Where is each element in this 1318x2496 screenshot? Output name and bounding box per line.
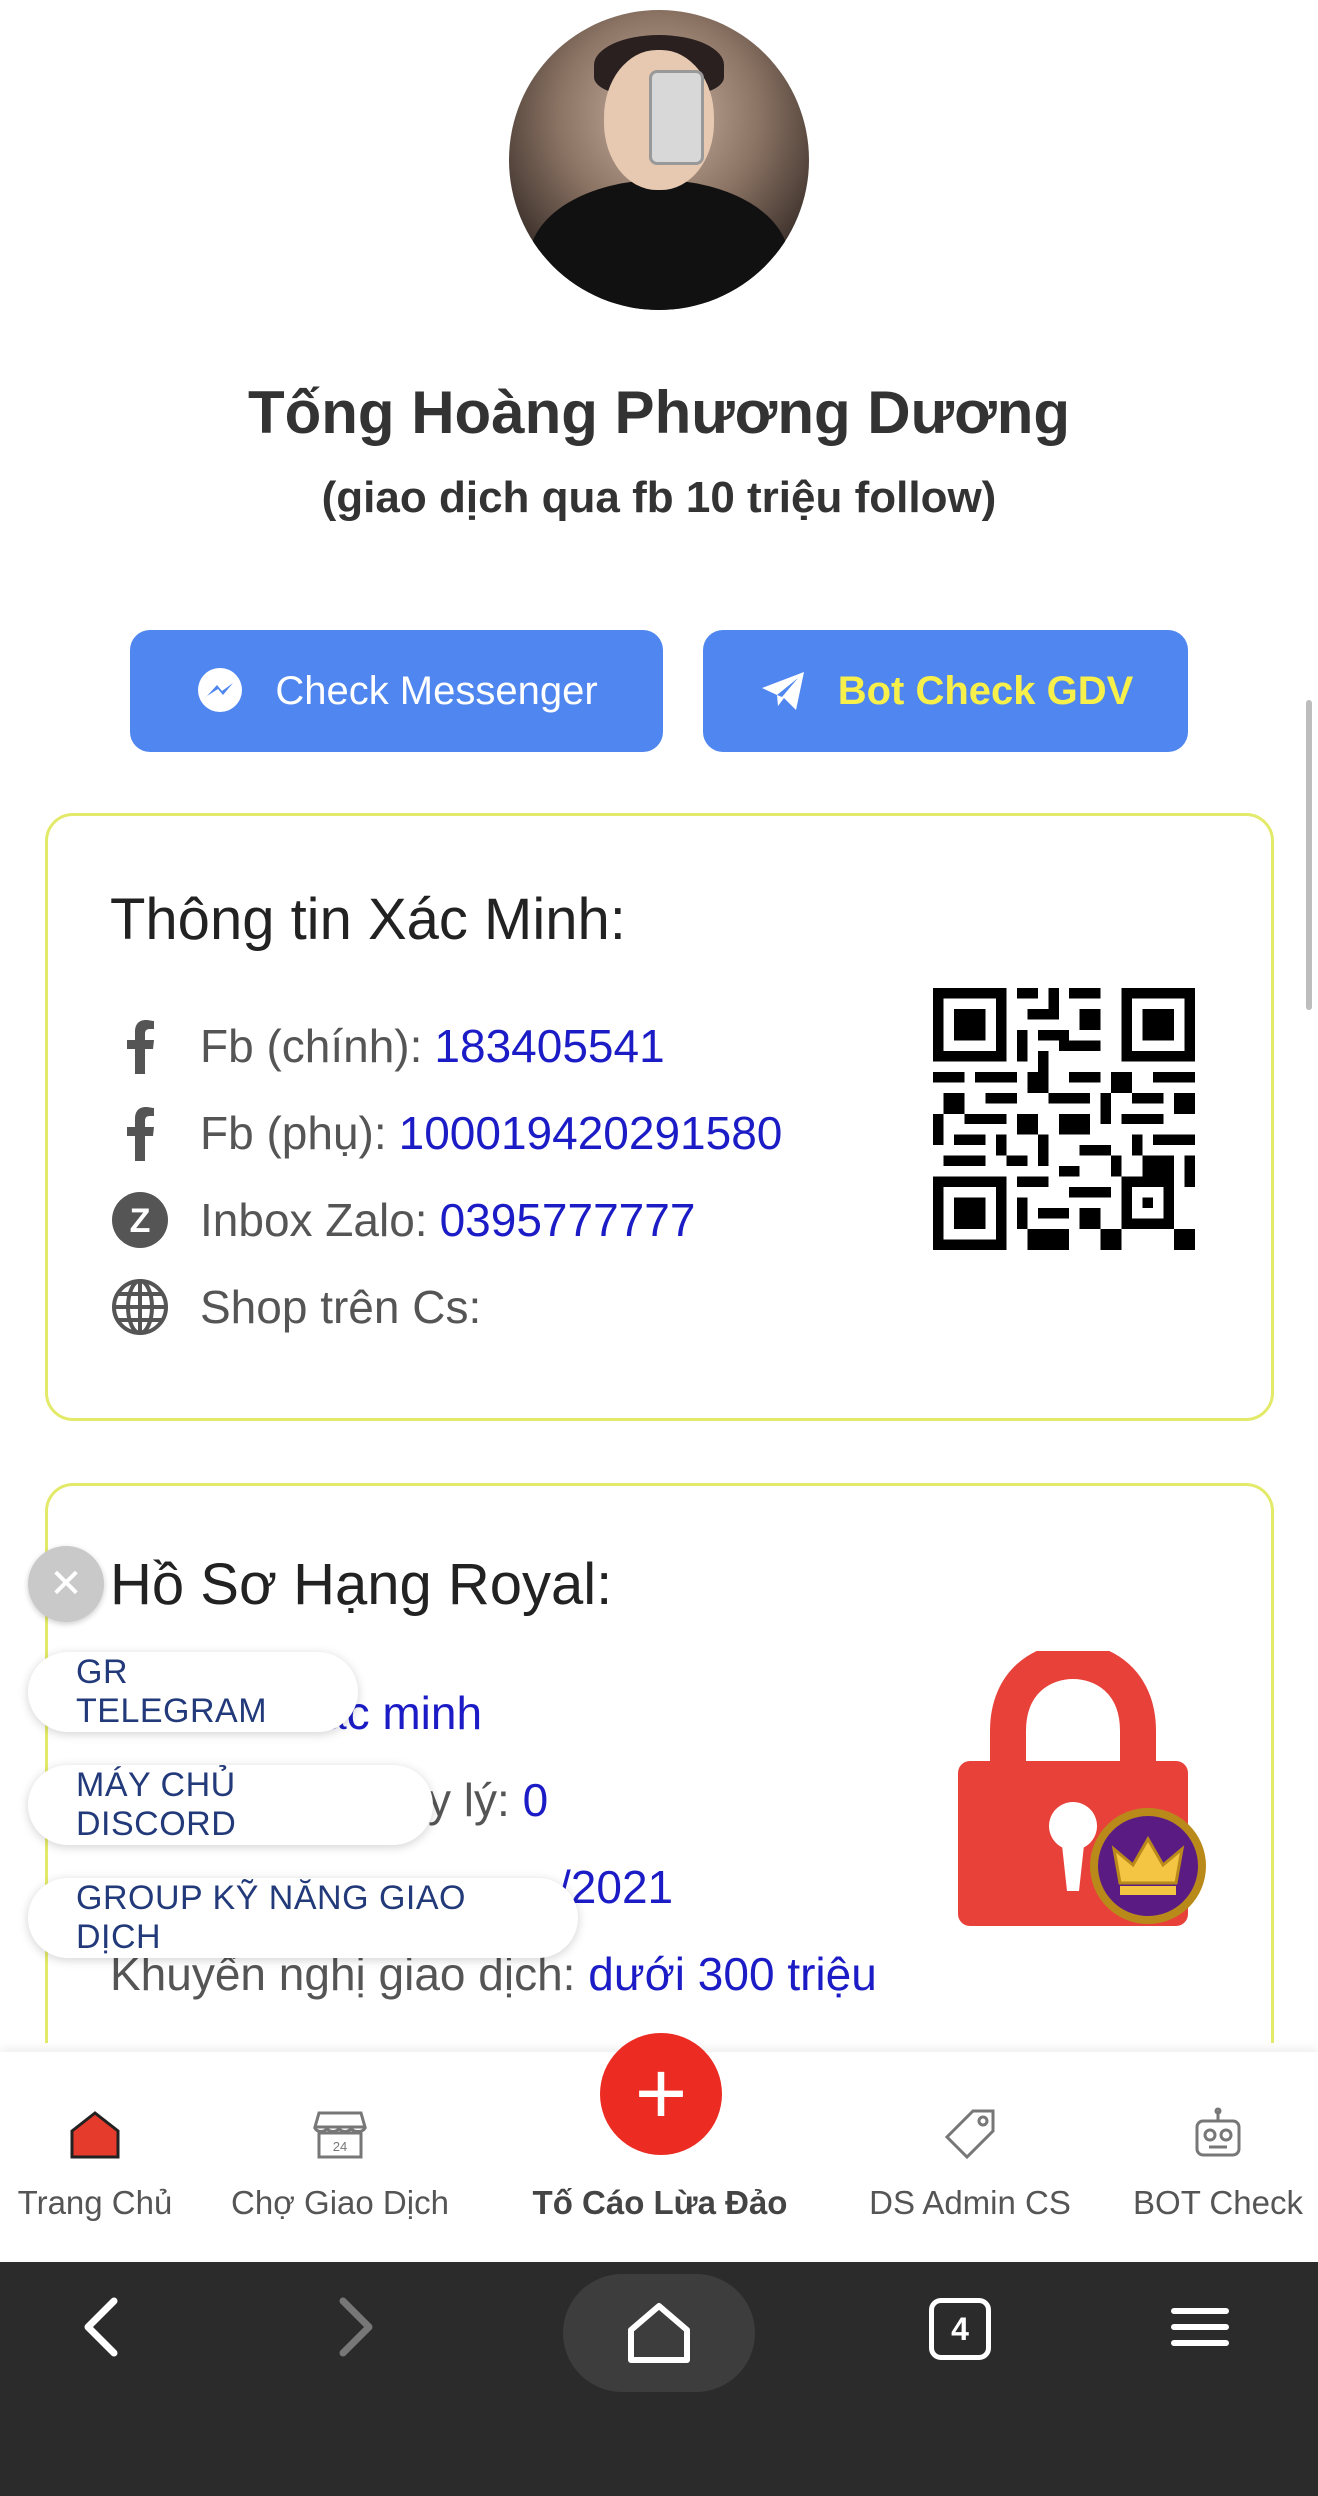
profile-subtitle: (giao dịch qua fb 10 triệu follow) [321,473,997,522]
verification-title: Thông tin Xác Minh: [110,887,626,952]
verification-row-zalo: Z Inbox Zalo: 0395777777 [110,1190,695,1250]
chevron-left-icon [80,2295,120,2364]
qr-code [933,988,1195,1250]
nav-admin-list-label: DS Admin CS [869,2184,1071,2221]
telegram-icon [758,666,808,716]
nav-home[interactable]: Trang Chủ [0,2052,190,2260]
royal-recommend-value: dưới 300 triệu [588,1948,877,2000]
zalo-icon: Z [110,1190,170,1250]
nav-home-label: Trang Chủ [17,2184,173,2221]
nav-bot-check-label: BOT Check [1133,2184,1303,2221]
close-icon: ✕ [49,1562,83,1606]
bot-check-gdv-label: Bot Check GDV [837,668,1134,713]
fb-secondary-label: Fb (phụ): [200,1107,387,1159]
page-scrollbar[interactable] [1306,700,1312,1010]
royal-count-label: y lý: [428,1774,510,1826]
forward-button[interactable] [315,2262,395,2396]
store-icon: 24 [310,2104,370,2164]
verification-row-shop: Shop trên Cs: [110,1277,493,1337]
royal-lock-icon [948,1642,1228,1931]
close-floating-menu-button[interactable]: ✕ [28,1546,104,1622]
avatar [509,10,809,310]
zalo-label: Inbox Zalo: [200,1194,428,1246]
home-icon [65,2104,125,2164]
chevron-right-icon [335,2295,375,2364]
profile-name: Tống Hoàng Phương Dương [247,379,1071,446]
verification-row-fb-secondary: Fb (phụ): 100019420291580 [110,1103,782,1163]
royal-title: Hồ Sơ Hạng Royal: [110,1552,613,1617]
nav-bot-check[interactable]: BOT Check [1120,2052,1316,2260]
tabs-button[interactable]: 4 [920,2262,1000,2396]
fb-main-value[interactable]: 183405541 [434,1019,664,1073]
royal-row-count: y lý: 0 [428,1773,548,1827]
plus-icon: + [634,2044,688,2144]
home-outline-icon [625,2300,693,2371]
home-button[interactable] [563,2274,755,2392]
facebook-icon [110,1103,170,1163]
fb-secondary-value[interactable]: 100019420291580 [399,1106,783,1160]
chip-discord-server[interactable]: MÁY CHỦ DISCORD [28,1765,433,1845]
tag-icon [940,2104,1000,2164]
royal-card: Hồ Sơ Hạng Royal: xác minh y lý: 0 /2021… [45,1483,1274,2043]
hamburger-menu-icon [1171,2306,1229,2353]
check-messenger-button[interactable]: Check Messenger [130,630,663,752]
chip-trading-skills-group[interactable]: GROUP KỸ NĂNG GIAO DỊCH [28,1878,578,1958]
robot-icon [1188,2104,1248,2164]
nav-report-scam-label: Tố Cáo Lừa Đảo [532,2184,788,2221]
verification-card: Thông tin Xác Minh: Fb (chính): 18340554… [45,813,1274,1421]
back-button[interactable] [60,2262,140,2396]
nav-marketplace-label: Chợ Giao Dịch [231,2184,449,2221]
svg-text:Z: Z [130,1202,151,1240]
report-scam-button[interactable]: + [600,2033,722,2155]
browser-system-bar: 4 [0,2262,1318,2496]
globe-icon [110,1277,170,1337]
zalo-value[interactable]: 0395777777 [440,1193,696,1247]
tab-count: 4 [929,2298,991,2360]
nav-marketplace[interactable]: 24 Chợ Giao Dịch [220,2052,460,2260]
messenger-icon [195,666,245,716]
bot-check-gdv-button[interactable]: Bot Check GDV [703,630,1188,752]
verification-row-fb-main: Fb (chính): 183405541 [110,1016,665,1076]
facebook-icon [110,1016,170,1076]
svg-text:24: 24 [333,2139,347,2154]
fb-main-label: Fb (chính): [200,1020,423,1072]
shop-label: Shop trên Cs: [200,1281,482,1333]
nav-admin-list[interactable]: DS Admin CS [860,2052,1080,2260]
chip-telegram-group[interactable]: GR TELEGRAM [28,1652,358,1732]
menu-button[interactable] [1160,2262,1240,2396]
check-messenger-label: Check Messenger [275,668,598,713]
royal-count-value: 0 [522,1774,549,1826]
